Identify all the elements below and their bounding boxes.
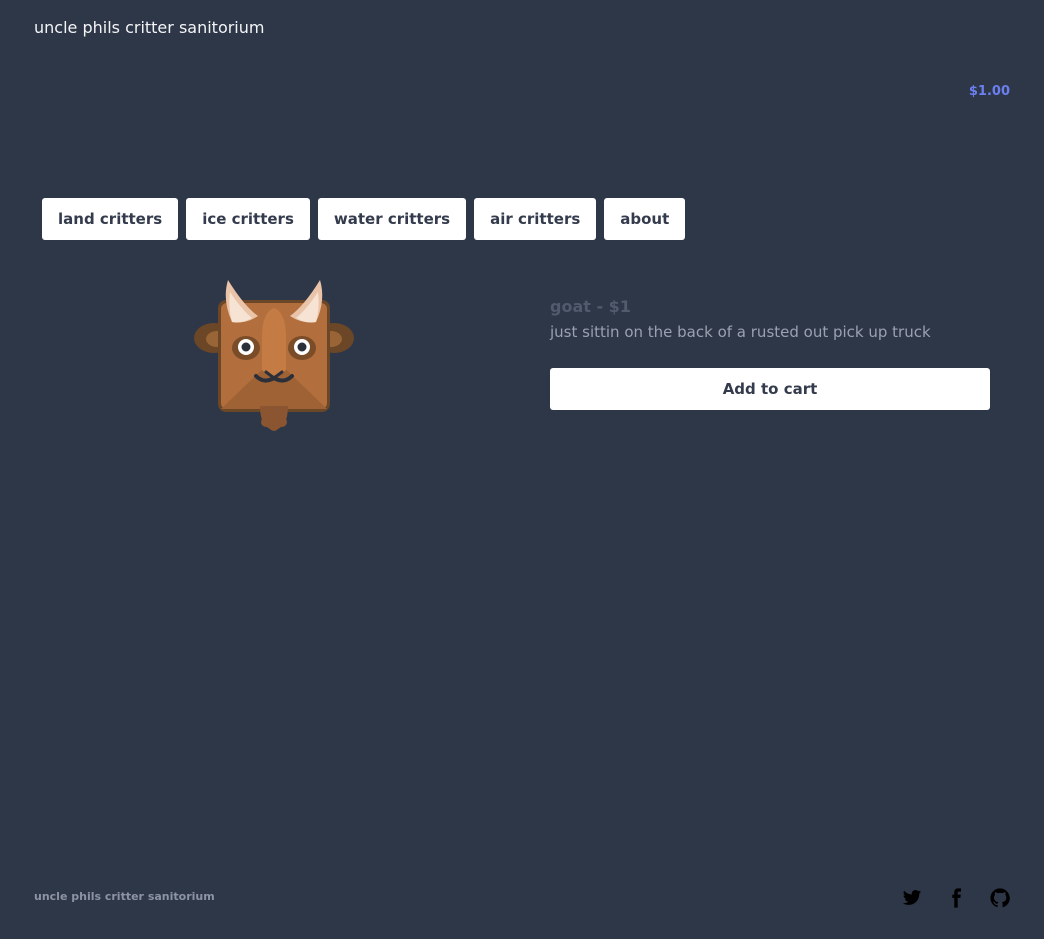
product-info: goat - $1 just sittin on the back of a r… [550, 296, 990, 410]
add-to-cart-button[interactable]: Add to cart [550, 368, 990, 410]
social-links [902, 888, 1010, 908]
site-title[interactable]: uncle phils critter sanitorium [34, 18, 264, 38]
twitter-icon[interactable] [902, 888, 922, 908]
product-title: goat - $1 [550, 297, 631, 316]
nav-ice-critters-button[interactable]: ice critters [186, 198, 310, 240]
nav-about-button[interactable]: about [604, 198, 686, 240]
cart-total[interactable]: $1.00 [969, 84, 1010, 100]
footer-site-title: uncle phils critter sanitorium [34, 890, 215, 903]
facebook-icon[interactable] [946, 888, 966, 908]
nav-water-critters-button[interactable]: water critters [317, 198, 467, 240]
category-nav: land critters ice critters water critter… [42, 198, 686, 240]
github-icon[interactable] [990, 888, 1010, 908]
goat-icon [190, 278, 358, 434]
nav-air-critters-button[interactable]: air critters [474, 198, 597, 240]
page: uncle phils critter sanitorium $1.00 lan… [0, 0, 1044, 939]
product-description: just sittin on the back of a rusted out … [550, 323, 931, 341]
nav-land-critters-button[interactable]: land critters [42, 198, 179, 240]
